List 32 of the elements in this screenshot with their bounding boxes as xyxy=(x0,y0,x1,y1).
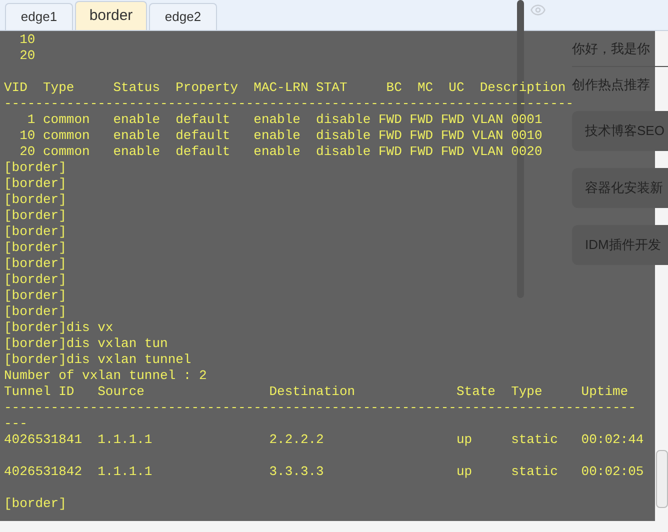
tab[interactable]: edge2 xyxy=(149,3,217,30)
terminal-line: 20 common enable default enable disable FWD FWD FWD VLAN 0020 xyxy=(18,144,542,159)
terminal-line: ------------------------------------------------------------------------- xyxy=(4,96,574,111)
terminal-line: [border] xyxy=(4,304,66,319)
terminal-line: [border] xyxy=(4,176,66,191)
terminal-line: 4026531842 1.1.1.1 3.3.3.3 up static 00:02:05 xyxy=(4,464,644,479)
terminal-line: VID Type Status Property MAC-LRN STAT BC MC UC Description xyxy=(4,80,566,95)
terminal-line: --- xyxy=(4,416,28,431)
terminal-line: [border] xyxy=(4,256,66,271)
terminal-line: [border]dis vxlan tunnel xyxy=(4,352,192,367)
terminal-line: 20 xyxy=(18,48,36,63)
terminal-line: --------------------------------------------------------------------------------- xyxy=(4,400,636,415)
terminal-line: 10 xyxy=(18,32,36,47)
terminal-line: [border] xyxy=(4,160,66,175)
terminal-line: [border]dis vx xyxy=(4,320,114,335)
terminal-line: 4026531841 1.1.1.1 2.2.2.2 up static 00:02:44 xyxy=(4,432,644,447)
terminal-line: Number of vxlan tunnel : 2 xyxy=(4,368,207,383)
terminal-line: 10 common enable default enable disable FWD FWD FWD VLAN 0010 xyxy=(18,128,542,143)
greeting-text: 你好，我是你 xyxy=(572,40,650,58)
terminal-line: Tunnel ID Source Destination State Type Uptime xyxy=(4,384,628,399)
terminal-line: [border] xyxy=(4,208,66,223)
tab[interactable]: edge1 xyxy=(5,3,73,30)
terminal-line: [border] xyxy=(4,272,66,287)
terminal-line: [border] xyxy=(4,224,66,239)
terminal-line: [border]dis vxlan tun xyxy=(4,336,168,351)
section-heading: 创作热点推荐 xyxy=(572,76,650,94)
terminal-line: [border] xyxy=(4,496,66,511)
tab[interactable]: border xyxy=(75,1,147,30)
terminal-line: [border] xyxy=(4,192,66,207)
terminal-line: 1 common enable default enable disable FWD FWD FWD VLAN 0001 xyxy=(26,112,542,127)
terminal-line: [border] xyxy=(4,288,66,303)
terminal-line: [border] xyxy=(4,240,66,255)
